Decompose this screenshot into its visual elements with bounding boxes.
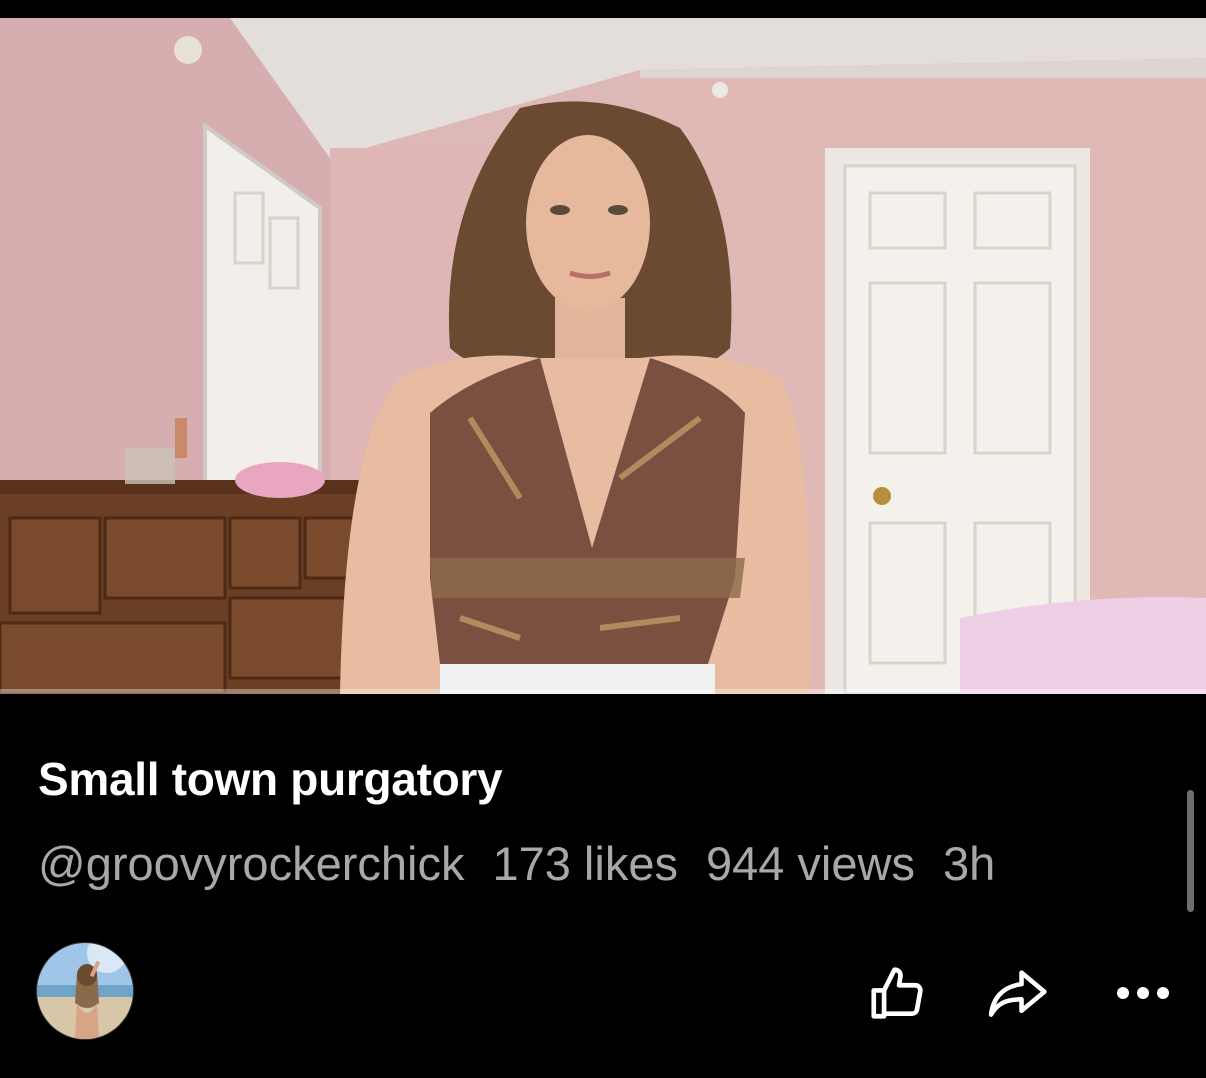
video-player[interactable] — [0, 18, 1206, 694]
post-meta: @groovyrockerchick 173 likes 944 views 3… — [38, 836, 995, 891]
more-button[interactable] — [1108, 958, 1178, 1028]
like-button[interactable] — [862, 958, 932, 1028]
video-frame — [0, 18, 1206, 694]
thumbs-up-icon — [866, 962, 928, 1024]
video-progress-bar[interactable] — [0, 689, 1206, 694]
post-age: 3h — [942, 837, 996, 890]
share-arrow-icon — [986, 962, 1052, 1024]
avatar[interactable] — [36, 942, 134, 1040]
author-handle[interactable]: @groovyrockerchick — [38, 836, 464, 891]
scrollbar[interactable] — [1187, 790, 1194, 912]
avatar-image — [37, 943, 133, 1039]
share-button[interactable] — [984, 958, 1054, 1028]
like-count: 173 likes — [492, 837, 678, 890]
more-dots-icon — [1115, 985, 1171, 1001]
post-title: Small town purgatory — [38, 753, 503, 805]
post-screen: Small town purgatory @groovyrockerchick … — [0, 0, 1206, 1078]
view-count: 944 views — [705, 837, 915, 890]
